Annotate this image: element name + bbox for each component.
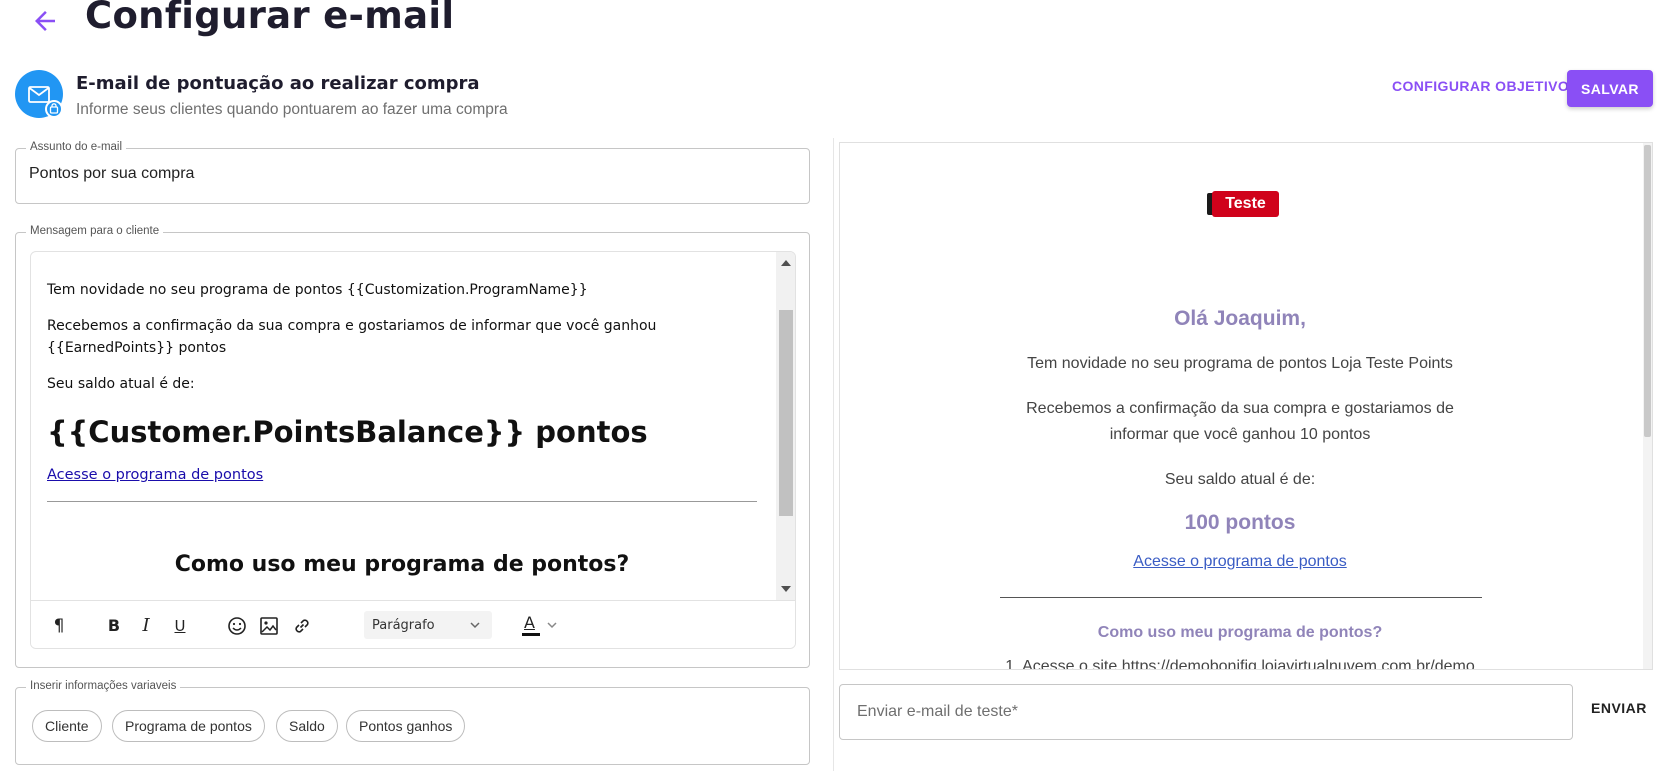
save-button[interactable]: SALVAR [1567, 70, 1653, 107]
panel-divider [833, 138, 834, 771]
configure-goal-button[interactable]: CONFIGURAR OBJETIVO [1392, 78, 1569, 94]
editor-program-link[interactable]: Acesse o programa de pontos [47, 467, 263, 483]
editor-line-2: Recebemos a confirmação da sua compra e … [47, 318, 657, 356]
email-type-avatar [15, 70, 63, 118]
link-icon[interactable] [291, 615, 313, 637]
preview-scroll-thumb[interactable] [1644, 145, 1651, 437]
email-subject-label: Assunto do e-mail [26, 141, 127, 153]
chip-cliente[interactable]: Cliente [32, 710, 102, 742]
editor-scrollbar[interactable] [776, 252, 795, 600]
message-field: Mensagem para o cliente Tem novidade no … [15, 225, 810, 668]
mail-icon [28, 86, 50, 103]
rich-text-editor: Tem novidade no seu programa de pontos {… [30, 251, 796, 649]
scroll-down-arrow-icon[interactable] [781, 586, 791, 592]
editor-content[interactable]: Tem novidade no seu programa de pontos {… [31, 252, 776, 600]
page-title: Configurar e-mail [85, 0, 455, 37]
chip-programa-de-pontos[interactable]: Programa de pontos [112, 710, 265, 742]
email-subject-input[interactable] [29, 165, 789, 183]
chevron-down-icon [470, 622, 480, 629]
preview-divider [1000, 597, 1482, 598]
preview-greeting: Olá Joaquim, [1174, 307, 1306, 330]
preview-step-1: 1. Acesse o site https://demobonifiq.loj… [1005, 658, 1475, 670]
paragraph-icon[interactable]: ¶ [48, 615, 70, 637]
preview-line-2a: Recebemos a confirmação da sua compra e … [1026, 400, 1454, 417]
preview-section-title: Como uso meu programa de pontos? [1097, 624, 1383, 641]
back-arrow-icon[interactable] [30, 6, 60, 36]
preview-points: 100 pontos [1184, 511, 1296, 534]
preview-scrollbar[interactable] [1643, 143, 1652, 669]
preview-line-3: Seu saldo atual é de: [1164, 471, 1316, 488]
test-email-input[interactable] [857, 703, 1557, 721]
editor-balance-heading: {{Customer.PointsBalance}} pontos [47, 415, 648, 449]
font-color-swatch [522, 633, 540, 636]
chevron-down-icon[interactable] [545, 618, 559, 632]
underline-button[interactable]: U [169, 615, 191, 637]
preview-line-2b: informar que você ganhou 10 pontos [1109, 426, 1371, 443]
shopping-bag-badge-icon [45, 100, 63, 118]
chip-pontos-ganhos[interactable]: Pontos ganhos [346, 710, 466, 742]
email-type-title: E-mail de pontuação ao realizar compra [76, 73, 480, 94]
test-email-field [839, 684, 1573, 740]
variables-label: Inserir informações variaveis [26, 680, 181, 692]
variables-field: Inserir informações variaveis Cliente Pr… [15, 680, 810, 765]
font-color-icon: A [524, 613, 535, 632]
message-label: Mensagem para o cliente [26, 225, 164, 237]
editor-section-title: Como uso meu programa de pontos? [174, 552, 630, 577]
editor-line-3: Seu saldo atual é de: [47, 376, 195, 392]
paragraph-format-select[interactable]: Parágrafo [364, 611, 492, 639]
editor-divider [47, 501, 757, 502]
send-test-button[interactable]: ENVIAR [1591, 700, 1647, 716]
italic-button[interactable]: I [135, 615, 157, 637]
font-color-button[interactable]: A [521, 613, 541, 637]
image-icon[interactable] [258, 615, 280, 637]
store-logo: Teste [1207, 191, 1279, 217]
preview-line-1: Tem novidade no seu programa de pontos L… [1027, 355, 1453, 372]
scroll-up-arrow-icon[interactable] [781, 260, 791, 266]
editor-toolbar: ¶ B I U Parágrafo A [31, 600, 795, 648]
paragraph-format-value: Parágrafo [372, 618, 435, 633]
email-type-description: Informe seus clientes quando pontuarem a… [76, 101, 508, 118]
bold-button[interactable]: B [103, 615, 125, 637]
email-preview: Teste Olá Joaquim, Tem novidade no seu p… [839, 142, 1653, 670]
editor-scroll-thumb[interactable] [779, 310, 793, 516]
editor-line-1: Tem novidade no seu programa de pontos {… [47, 282, 588, 298]
email-subject-field: Assunto do e-mail [15, 141, 810, 204]
store-logo-text: Teste [1212, 191, 1279, 217]
emoji-icon[interactable] [226, 615, 248, 637]
chip-saldo[interactable]: Saldo [276, 710, 338, 742]
preview-program-link[interactable]: Acesse o programa de pontos [840, 553, 1640, 571]
